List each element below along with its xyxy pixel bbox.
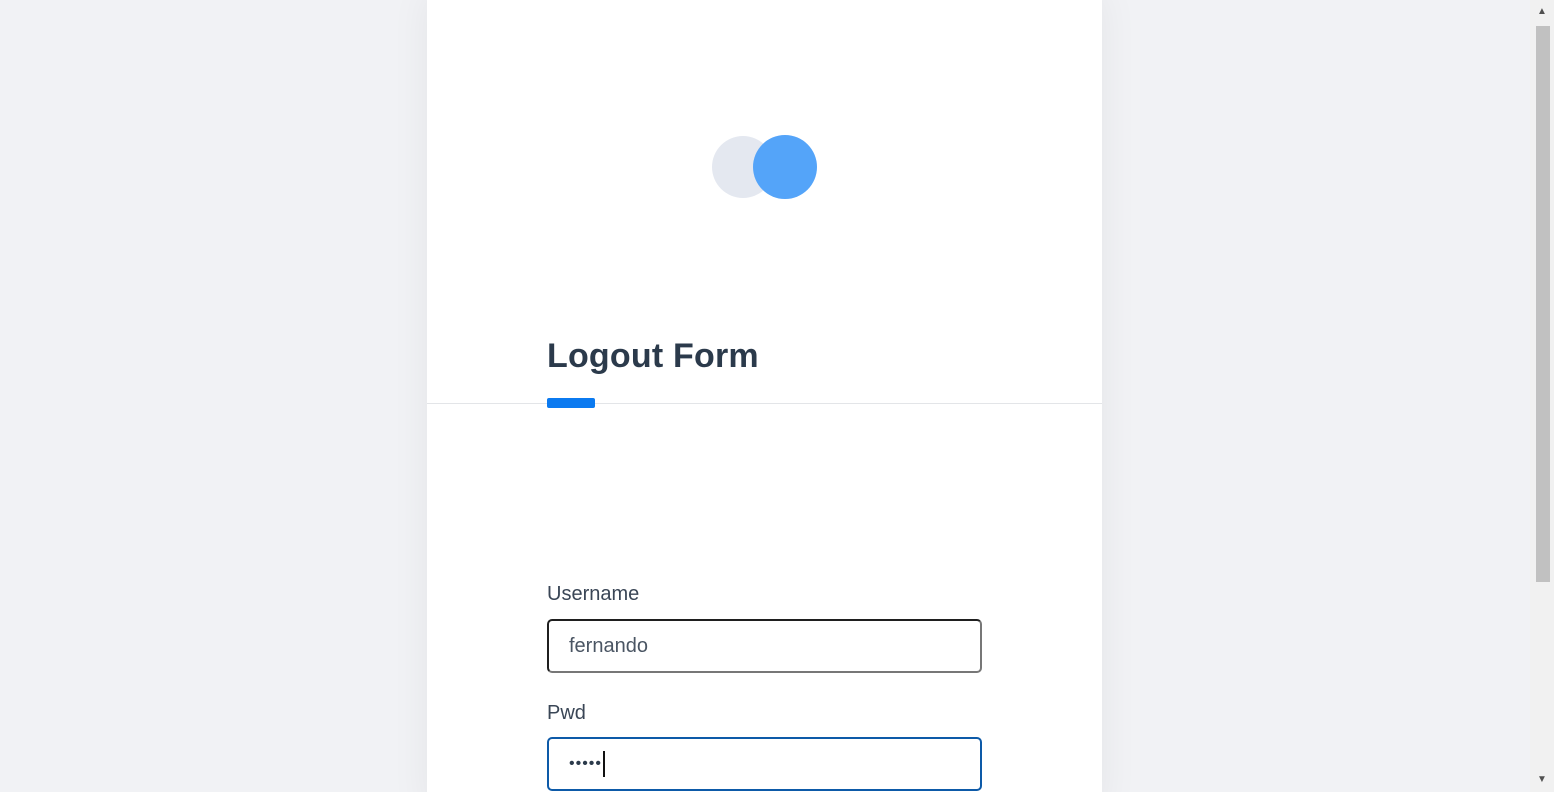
- header-divider: [427, 403, 1102, 404]
- username-value: fernando: [569, 634, 648, 657]
- username-label: Username: [547, 583, 640, 605]
- scroll-thumb[interactable]: [1536, 26, 1550, 582]
- username-field[interactable]: fernando: [547, 619, 982, 673]
- page-title: Logout Form: [547, 337, 759, 375]
- logo-circle-blue-icon: [753, 135, 817, 199]
- page: Logout Form Username fernando Pwd ••••• …: [0, 0, 1554, 792]
- scroll-down-arrow-icon[interactable]: ▼: [1530, 768, 1554, 792]
- logo: [712, 135, 818, 199]
- password-label: Pwd: [547, 702, 586, 724]
- title-accent-bar: [547, 398, 595, 408]
- scroll-up-arrow-icon[interactable]: ▲: [1530, 0, 1554, 24]
- password-field[interactable]: •••••: [547, 737, 982, 791]
- vertical-scrollbar[interactable]: ▲ ▼: [1530, 0, 1554, 792]
- logout-card: Logout Form Username fernando Pwd •••••: [427, 0, 1102, 792]
- password-mask: •••••: [569, 755, 603, 772]
- text-caret: [603, 751, 606, 777]
